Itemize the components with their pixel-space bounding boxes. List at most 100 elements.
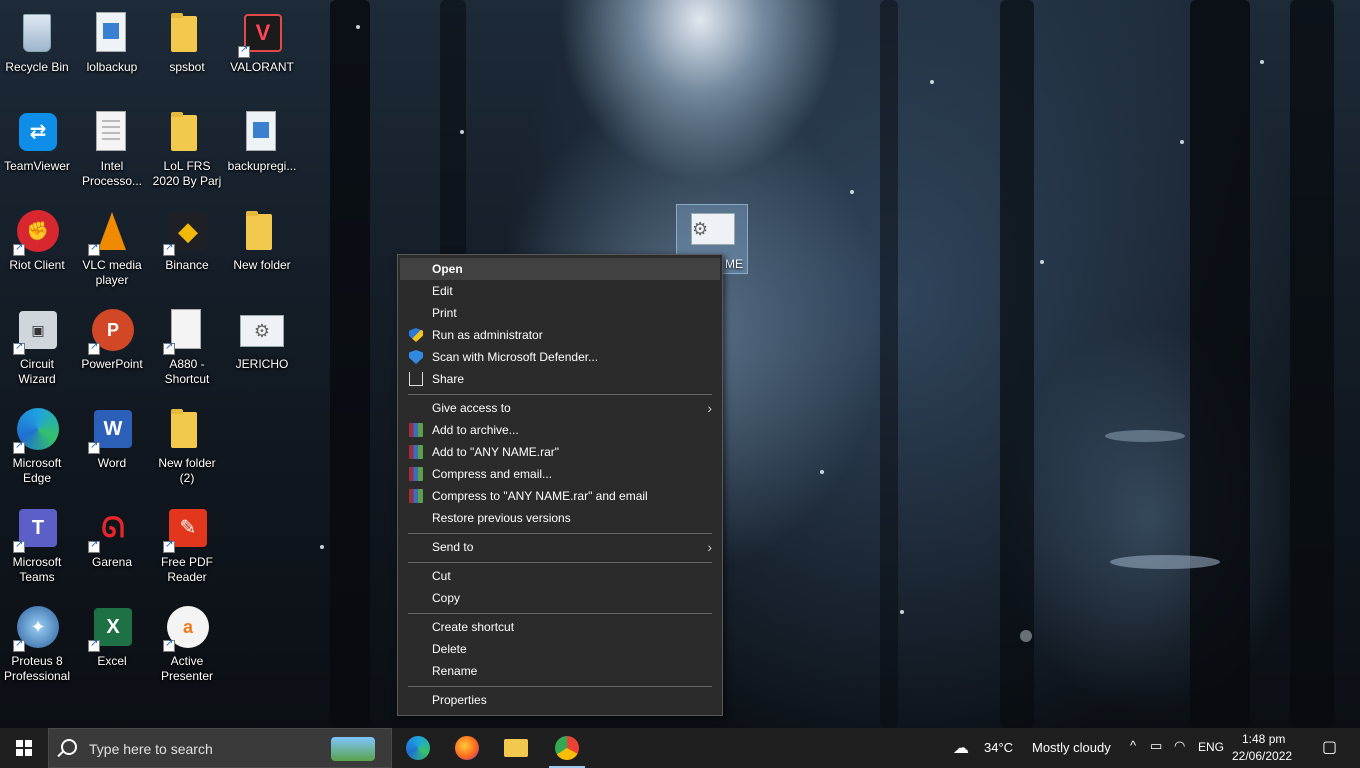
menu-item-cut[interactable]: Cut <box>400 565 720 587</box>
shortcut-arrow-icon <box>13 242 25 256</box>
battery-icon[interactable]: ▭ <box>1150 738 1162 754</box>
menu-item-add-to-archive[interactable]: Add to archive... <box>400 419 720 441</box>
weather-temperature[interactable]: 34°C <box>984 740 1013 755</box>
menu-item-print[interactable]: Print <box>400 302 720 324</box>
desktop-icon-jericho[interactable]: ⚙ JERICHO <box>225 303 299 395</box>
desktop-icon-free-pdf-reader[interactable]: ✎ Free PDF Reader <box>150 501 224 593</box>
menu-item-label: Print <box>432 306 457 320</box>
menu-item-compress-and-email[interactable]: Compress and email... <box>400 463 720 485</box>
winrar-icon <box>409 467 423 481</box>
clock-time[interactable]: 1:48 pm <box>1242 732 1285 746</box>
shortcut-arrow-icon <box>88 638 100 652</box>
clock-date[interactable]: 22/06/2022 <box>1232 749 1292 763</box>
menu-item-delete[interactable]: Delete <box>400 638 720 660</box>
desktop-icon-new-folder[interactable]: New folder <box>225 204 299 296</box>
notifications-icon[interactable]: ▢ <box>1322 737 1337 757</box>
shortcut-arrow-icon <box>88 539 100 553</box>
desktop-icon-active-presenter[interactable]: a Active Presenter <box>150 600 224 692</box>
desktop-icon-label: PowerPoint <box>81 357 143 371</box>
desktop-icon-spsbot[interactable]: spsbot <box>150 6 224 98</box>
desktop-icon-excel[interactable]: X Excel <box>75 600 149 692</box>
menu-item-compress-to-rar-and-email[interactable]: Compress to "ANY NAME.rar" and email <box>400 485 720 507</box>
menu-item-rename[interactable]: Rename <box>400 660 720 682</box>
desktop-icon-label: Garena <box>91 555 133 569</box>
start-button[interactable] <box>0 728 48 768</box>
desktop-icon-a880-shortcut[interactable]: A880 - Shortcut <box>150 303 224 395</box>
wallpaper-tree <box>1290 0 1334 728</box>
menu-item-label: Give access to <box>432 401 511 415</box>
desktop-icon-microsoft-edge[interactable]: Microsoft Edge <box>0 402 74 494</box>
menu-item-edit[interactable]: Edit <box>400 280 720 302</box>
menu-item-add-to-rar[interactable]: Add to "ANY NAME.rar" <box>400 441 720 463</box>
menu-item-create-shortcut[interactable]: Create shortcut <box>400 616 720 638</box>
desktop-icon-label: Free PDF Reader <box>160 555 213 584</box>
shortcut-arrow-icon <box>163 341 175 355</box>
shortcut-arrow-icon <box>13 341 25 355</box>
desktop-icon-label: lolbackup <box>86 60 138 74</box>
desktop-icon-valorant[interactable]: V VALORANT <box>225 6 299 98</box>
taskbar-search-box[interactable]: Type here to search <box>48 728 392 768</box>
desktop-icon-garena[interactable]: ᘏ Garena <box>75 501 149 593</box>
search-icon <box>61 739 77 755</box>
snowflake <box>930 80 934 84</box>
desktop-icon-riot-client[interactable]: ✊ Riot Client <box>0 204 74 296</box>
desktop-icon-intel-processor[interactable]: Intel Processo... <box>75 105 149 197</box>
desktop-icon-label: Intel Processo... <box>81 159 143 188</box>
desktop-icon-teamviewer[interactable]: ⇄ TeamViewer <box>0 105 74 197</box>
desktop-icon-backupregi[interactable]: backupregi... <box>225 105 299 197</box>
desktop-icon-label: spsbot <box>169 60 205 74</box>
desktop-icon-proteus[interactable]: ✦ Proteus 8 Professional <box>0 600 74 692</box>
menu-item-send-to[interactable]: Send to › <box>400 536 720 558</box>
menu-item-label: Cut <box>432 569 451 583</box>
menu-item-label: Send to <box>432 540 474 554</box>
desktop-icon-word[interactable]: W Word <box>75 402 149 494</box>
input-language[interactable]: ENG <box>1198 740 1224 754</box>
desktop-icon-label: Active Presenter <box>160 654 214 683</box>
snowflake <box>356 25 360 29</box>
powerpoint-icon: P <box>88 307 136 355</box>
winrar-icon <box>409 423 423 437</box>
snowflake <box>1040 260 1044 264</box>
settings-file-icon: ⚙ <box>238 307 286 355</box>
taskbar: Type here to search ☁ 34°C Mostly cloudy… <box>0 728 1360 768</box>
desktop-icon-microsoft-teams[interactable]: T Microsoft Teams <box>0 501 74 593</box>
chrome-taskbar-icon[interactable] <box>543 728 591 768</box>
excel-icon: X <box>88 604 136 652</box>
menu-item-open[interactable]: Open <box>400 258 720 280</box>
show-hidden-icons-chevron-icon[interactable]: ^ <box>1130 738 1136 753</box>
desktop-icon-lol-frs[interactable]: LoL FRS 2020 By Parj <box>150 105 224 197</box>
edge-taskbar-icon[interactable] <box>394 728 442 768</box>
snowflake <box>1260 60 1264 64</box>
winrar-icon <box>409 445 423 459</box>
teamviewer-icon: ⇄ <box>13 109 61 157</box>
menu-item-scan-defender[interactable]: Scan with Microsoft Defender... <box>400 346 720 368</box>
shortcut-arrow-icon <box>88 440 100 454</box>
shortcut-arrow-icon <box>13 440 25 454</box>
desktop-icon-new-folder-2[interactable]: New folder (2) <box>150 402 224 494</box>
menu-item-give-access-to[interactable]: Give access to › <box>400 397 720 419</box>
weather-cloud-icon[interactable]: ☁ <box>953 738 969 758</box>
shortcut-arrow-icon <box>163 539 175 553</box>
file-explorer-taskbar-icon[interactable] <box>492 728 540 768</box>
desktop-icon-lolbackup[interactable]: lolbackup <box>75 6 149 98</box>
desktop-icon-powerpoint[interactable]: P PowerPoint <box>75 303 149 395</box>
desktop-icon-recycle-bin[interactable]: Recycle Bin <box>0 6 74 98</box>
desktop-icon-label: VLC media player <box>82 258 142 287</box>
shortcut-arrow-icon <box>13 539 25 553</box>
weather-description[interactable]: Mostly cloudy <box>1032 740 1111 755</box>
menu-item-run-as-administrator[interactable]: Run as administrator <box>400 324 720 346</box>
menu-item-share[interactable]: Share <box>400 368 720 390</box>
desktop-icon-vlc[interactable]: VLC media player <box>75 204 149 296</box>
menu-item-copy[interactable]: Copy <box>400 587 720 609</box>
desktop-icon-circuit-wizard[interactable]: ▣ Circuit Wizard <box>0 303 74 395</box>
desktop-icon-label: New folder (2) <box>158 456 216 485</box>
firefox-taskbar-icon[interactable] <box>443 728 491 768</box>
menu-item-properties[interactable]: Properties <box>400 689 720 711</box>
riot-client-icon: ✊ <box>13 208 61 256</box>
snowflake <box>460 130 464 134</box>
uac-shield-icon <box>409 328 423 342</box>
desktop-icon-binance[interactable]: ◆ Binance <box>150 204 224 296</box>
wifi-icon[interactable]: ◠ <box>1174 738 1185 754</box>
menu-item-label: Scan with Microsoft Defender... <box>432 350 599 364</box>
menu-item-restore-previous-versions[interactable]: Restore previous versions <box>400 507 720 529</box>
